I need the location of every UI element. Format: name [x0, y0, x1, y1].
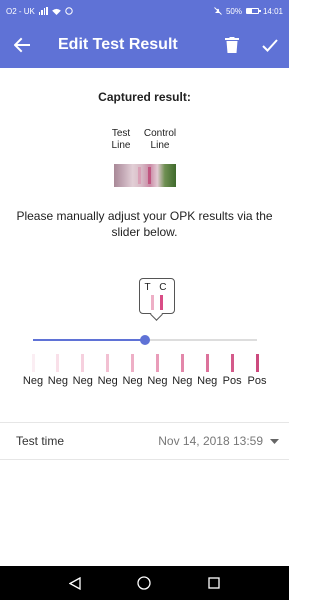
battery-icon [245, 8, 261, 14]
slider-swatch [180, 354, 184, 372]
control-line-mark [148, 167, 151, 184]
slider-tooltip: T C [139, 278, 175, 314]
slider-swatch [81, 354, 85, 372]
nav-recents-button[interactable] [199, 568, 229, 598]
home-circle-icon [137, 576, 152, 590]
whatsapp-icon [65, 7, 73, 15]
captured-strip-image [114, 164, 176, 187]
slider-swatch [106, 354, 110, 372]
arrow-left-icon [14, 37, 30, 53]
test-line-mark [138, 167, 141, 184]
trash-icon [225, 37, 239, 53]
slider-swatch [255, 354, 259, 372]
tooltip-test-line [151, 295, 154, 310]
slider-tick-label: Neg [197, 375, 218, 387]
slider-tick-label: Neg [72, 375, 93, 387]
page-title: Edit Test Result [58, 36, 178, 53]
result-slider[interactable]: T C Neg Neg Neg Neg Neg Neg Neg Neg Pos Pos [0, 276, 289, 396]
recents-square-icon [208, 577, 220, 589]
tooltip-control-line [160, 295, 163, 310]
clock: 14:01 [262, 6, 283, 16]
tooltip-letters: T C [144, 282, 170, 293]
slider-tick-label: Neg [47, 375, 68, 387]
control-line-label: Control Line [143, 128, 177, 151]
slider-swatches [0, 354, 289, 374]
slider-tick-label: Neg [172, 375, 193, 387]
slider-tick-label: Neg [122, 375, 143, 387]
slider-thumb[interactable] [140, 335, 150, 345]
slider-tick-label: Neg [22, 375, 44, 387]
instructions-text: Please manually adjust your OPK results … [16, 209, 273, 239]
signal-icon [38, 7, 48, 15]
system-nav-bar [0, 566, 289, 600]
back-button[interactable] [0, 22, 44, 68]
nav-home-button[interactable] [129, 568, 159, 598]
slider-swatch [31, 354, 35, 372]
test-time-label: Test time [16, 434, 65, 448]
delete-button[interactable] [213, 22, 251, 68]
nav-back-button[interactable] [60, 568, 90, 598]
mute-icon [214, 7, 222, 15]
slider-track-fill [33, 339, 145, 341]
test-line-label: Test Line [111, 128, 131, 151]
back-triangle-icon [68, 576, 81, 590]
caret-down-icon [269, 438, 279, 444]
slider-tick-label: Neg [97, 375, 118, 387]
captured-result-label: Captured result: [98, 90, 191, 104]
slider-track[interactable] [33, 335, 257, 345]
slider-swatch [155, 354, 159, 372]
wifi-icon [52, 8, 61, 15]
slider-swatch [131, 354, 135, 372]
divider [0, 459, 289, 460]
slider-swatch [205, 354, 209, 372]
test-time-value[interactable]: Nov 14, 2018 13:59 [158, 434, 263, 448]
slider-swatch [230, 354, 234, 372]
slider-tick-labels: Neg Neg Neg Neg Neg Neg Neg Neg Pos Pos [0, 375, 289, 389]
check-icon [262, 38, 278, 52]
carrier-label: O2 - UK [6, 6, 35, 16]
slider-tick-label: Pos [247, 375, 267, 387]
test-time-dropdown[interactable] [263, 423, 285, 459]
test-time-row[interactable]: Test time Nov 14, 2018 13:59 [0, 423, 289, 459]
slider-tick-label: Pos [222, 375, 242, 387]
slider-swatch [56, 354, 60, 372]
battery-percent: 50% [225, 6, 242, 16]
slider-tick-label: Neg [147, 375, 168, 387]
save-button[interactable] [251, 22, 289, 68]
app-bar: Edit Test Result [0, 22, 289, 68]
status-bar: O2 - UK 50% 14:01 [0, 0, 289, 22]
